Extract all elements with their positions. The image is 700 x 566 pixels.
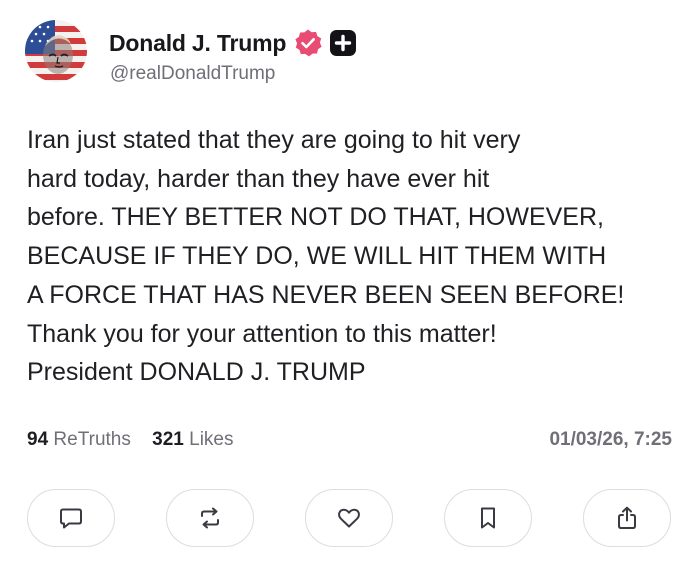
like-button[interactable] xyxy=(305,489,393,547)
comment-icon xyxy=(60,508,82,529)
post-text-line: A FORCE THAT HAS NEVER BEEN SEEN BEFORE! xyxy=(27,280,625,309)
author-name-row: Donald J. Trump xyxy=(109,27,357,59)
retruths-count: 94 xyxy=(27,429,49,450)
post-body: Iran just stated that they are going to … xyxy=(27,121,687,392)
post-stats: 94 ReTruths 321 Likes xyxy=(27,429,233,451)
retruths-stat[interactable]: 94 ReTruths xyxy=(27,429,131,451)
repost-icon xyxy=(201,507,219,529)
retruth-button[interactable] xyxy=(166,489,254,547)
share-button[interactable] xyxy=(583,489,671,547)
avatar[interactable] xyxy=(25,20,87,82)
post-text-line: BECAUSE IF THEY DO, WE WILL HIT THEM WIT… xyxy=(27,242,607,271)
bookmark-button[interactable] xyxy=(444,489,532,547)
post-text-line: before. THEY BETTER NOT DO THAT, HOWEVER… xyxy=(27,203,604,232)
post-text-line: hard today, harder than they have ever h… xyxy=(27,164,490,193)
verified-badge-icon xyxy=(293,28,323,58)
heart-icon xyxy=(338,508,360,528)
author-handle[interactable]: @realDonaldTrump xyxy=(110,63,275,85)
post-text-line: Iran just stated that they are going to … xyxy=(27,126,521,154)
author-display-name[interactable]: Donald J. Trump xyxy=(109,30,286,57)
likes-stat[interactable]: 321 Likes xyxy=(152,429,233,451)
bookmark-icon xyxy=(481,507,495,529)
post-text-line: Thank you for your attention to this mat… xyxy=(27,319,497,348)
post-timestamp: 01/03/26, 7:25 xyxy=(549,429,672,450)
likes-label: Likes xyxy=(189,429,234,450)
likes-count: 321 xyxy=(152,429,184,450)
share-icon xyxy=(618,506,636,529)
reply-button[interactable] xyxy=(27,489,115,547)
post-text-line: President DONALD J. TRUMP xyxy=(27,358,366,387)
retruths-label: ReTruths xyxy=(53,429,131,450)
flag-portrait-avatar-icon xyxy=(25,20,87,82)
plus-badge-icon xyxy=(329,29,357,57)
